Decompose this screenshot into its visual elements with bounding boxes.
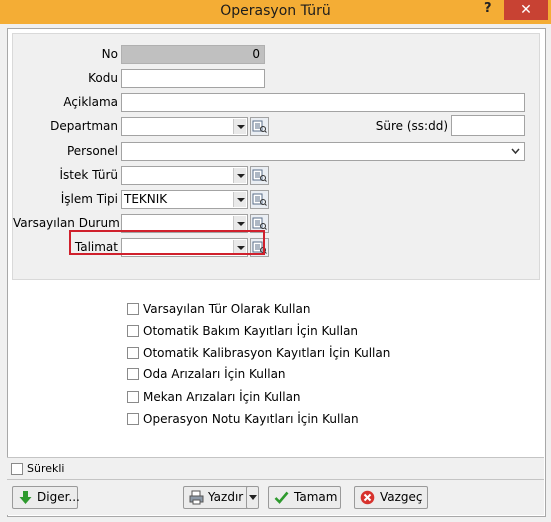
islem-tipi-value: TEKNIK	[124, 192, 168, 206]
print-icon	[189, 490, 204, 505]
islem-tipi-label: İşlem Tipi	[60, 192, 118, 206]
tamam-button[interactable]: Tamam	[268, 486, 341, 509]
aciklama-label: Açiklama	[63, 95, 118, 109]
diger-button[interactable]: Diger...	[12, 486, 80, 509]
option-label: Operasyon Notu Kayıtları İçin Kullan	[143, 412, 359, 426]
help-button[interactable]: ?	[484, 1, 492, 16]
departman-label: Departman	[50, 119, 118, 133]
tamam-label: Tamam	[294, 490, 338, 504]
vazgec-button[interactable]: Vazgeç	[354, 486, 428, 509]
diger-label: Diger...	[37, 490, 80, 504]
surekli-label: Sürekli	[27, 462, 65, 475]
kodu-label: Kodu	[88, 71, 118, 85]
sure-label: Süre (ss:dd)	[375, 119, 448, 133]
chevron-down-icon[interactable]	[233, 119, 246, 134]
lookup-icon[interactable]	[250, 117, 269, 136]
lookup-icon[interactable]	[250, 190, 269, 209]
istek-turu-combo[interactable]	[121, 166, 248, 185]
vazgec-label: Vazgeç	[380, 490, 423, 504]
divider	[7, 479, 544, 480]
chevron-down-icon[interactable]	[233, 192, 246, 207]
title-bar: Operasyon Türü ? ✕	[0, 0, 551, 24]
aciklama-input[interactable]	[121, 93, 525, 112]
option-label: Otomatik Bakım Kayıtları İçin Kullan	[143, 324, 359, 338]
yazdir-dropdown[interactable]	[246, 486, 259, 509]
lookup-icon[interactable]	[250, 166, 269, 185]
talimat-highlight	[69, 230, 265, 255]
checkbox[interactable]	[127, 391, 139, 403]
departman-combo[interactable]	[121, 117, 248, 136]
chevron-down-icon	[249, 495, 257, 500]
arrow-down-icon	[19, 491, 32, 504]
divider	[7, 457, 544, 458]
option-label: Mekan Arızaları İçin Kullan	[143, 390, 301, 404]
no-field: 0	[121, 45, 265, 64]
dialog-client: No 0 Kodu Açiklama Departman Süre (ss:dd…	[7, 28, 546, 517]
surekli-checkbox[interactable]	[11, 463, 23, 475]
chevron-down-icon[interactable]	[233, 168, 246, 183]
personel-label: Personel	[66, 144, 118, 158]
yazdir-button[interactable]: Yazdır	[183, 486, 249, 509]
islem-tipi-combo[interactable]: TEKNIK	[121, 190, 248, 209]
varsayilan-durum-label: Varsayılan Durum	[13, 216, 120, 230]
window-title: Operasyon Türü	[220, 3, 331, 19]
option-label: Varsayılan Tür Olarak Kullan	[143, 302, 311, 316]
chevron-down-icon[interactable]	[233, 216, 246, 231]
checkbox[interactable]	[127, 368, 139, 380]
chevron-down-icon[interactable]	[511, 148, 520, 155]
kodu-input[interactable]	[121, 69, 265, 88]
option-label: Oda Arızaları İçin Kullan	[143, 367, 286, 381]
checkbox[interactable]	[127, 413, 139, 425]
istek-turu-label: İstek Türü	[59, 168, 118, 182]
close-button[interactable]: ✕	[504, 0, 548, 20]
option-label: Otomatik Kalibrasyon Kayıtları İçin Kull…	[143, 346, 391, 360]
sure-input[interactable]	[451, 115, 525, 136]
checkbox[interactable]	[127, 325, 139, 337]
yazdir-label: Yazdır	[208, 490, 244, 504]
personel-select[interactable]	[121, 142, 525, 161]
checkbox[interactable]	[127, 303, 139, 315]
check-icon	[274, 491, 289, 504]
checkbox[interactable]	[127, 347, 139, 359]
cancel-icon	[360, 490, 375, 505]
footer-bar: Sürekli Diger... Yazdır Tamam Vazgeç	[7, 457, 544, 515]
no-label: No	[101, 47, 118, 61]
